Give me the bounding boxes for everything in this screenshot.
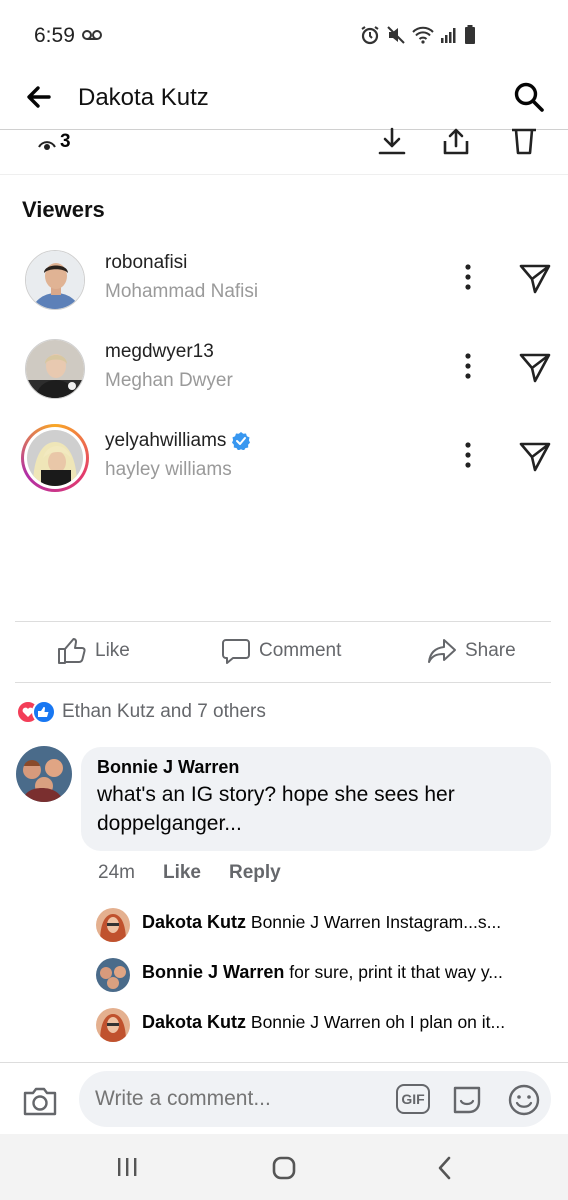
- avatar-story-ring[interactable]: [21, 424, 89, 492]
- viewer-fullname: hayley williams: [105, 459, 232, 480]
- reaction-text: Ethan Kutz and 7 others: [62, 701, 266, 722]
- post-action-bar: Like Comment Share: [15, 621, 551, 683]
- more-options-icon[interactable]: [459, 262, 477, 292]
- reply-item[interactable]: Bonnie J Warren for sure, print it that …: [96, 956, 556, 992]
- comment-like-button[interactable]: Like: [163, 862, 201, 884]
- avatar[interactable]: [25, 250, 85, 310]
- comment-bubble[interactable]: Bonnie J Warren what's an IG story? hope…: [81, 747, 551, 851]
- status-bar: 6:59: [0, 0, 568, 70]
- viewer-fullname: Meghan Dwyer: [105, 370, 233, 391]
- status-icons: [360, 25, 476, 45]
- alarm-icon: [361, 26, 379, 45]
- avatar[interactable]: [25, 339, 85, 399]
- comment-bubble-icon: [222, 639, 250, 664]
- more-options-icon[interactable]: [459, 351, 477, 381]
- trash-icon[interactable]: [508, 127, 540, 157]
- reply-item[interactable]: Dakota Kutz Bonnie J Warren oh I plan on…: [96, 1006, 556, 1042]
- comment-reply-button[interactable]: Reply: [229, 862, 281, 884]
- viewer-row[interactable]: robonafisi Mohammad Nafisi: [0, 244, 568, 324]
- comment-time: 24m: [98, 862, 135, 883]
- system-nav-bar: [0, 1134, 568, 1200]
- reaction-icons: [16, 700, 56, 724]
- emoji-icon[interactable]: [507, 1083, 541, 1117]
- story-views-row: 3: [0, 127, 568, 175]
- home-icon[interactable]: [272, 1156, 296, 1180]
- back-arrow-icon[interactable]: [22, 80, 56, 114]
- reply-text: Bonnie J Warren for sure, print it that …: [142, 962, 503, 982]
- system-back-icon[interactable]: [435, 1156, 455, 1180]
- viewers-heading: Viewers: [22, 197, 105, 222]
- like-button[interactable]: Like: [57, 637, 130, 665]
- reply-text: Dakota Kutz Bonnie J Warren oh I plan on…: [142, 1012, 506, 1032]
- signal-icon: [441, 28, 456, 43]
- reply-text: Dakota Kutz Bonnie J Warren Instagram...…: [142, 912, 502, 932]
- share-arrow-icon: [428, 639, 456, 663]
- search-icon[interactable]: [512, 80, 546, 114]
- like-label: Like: [95, 640, 130, 661]
- share-button[interactable]: Share: [427, 637, 516, 665]
- avatar: [96, 1008, 130, 1042]
- reply-item[interactable]: Dakota Kutz Bonnie J Warren Instagram...…: [96, 906, 556, 942]
- thumbs-up-icon: [58, 638, 86, 664]
- wifi-icon: [412, 26, 434, 44]
- app-header: Dakota Kutz: [0, 70, 568, 130]
- share-up-icon[interactable]: [440, 127, 472, 157]
- reactions-summary[interactable]: Ethan Kutz and 7 others: [16, 700, 266, 724]
- verified-badge-icon: [232, 432, 251, 450]
- viewer-username: yelyahwilliams: [105, 430, 251, 452]
- send-icon[interactable]: [518, 262, 552, 294]
- avatar[interactable]: [16, 746, 72, 802]
- comment-label: Comment: [259, 640, 342, 661]
- send-icon[interactable]: [518, 351, 552, 383]
- battery-icon: [465, 25, 475, 44]
- viewer-row[interactable]: megdwyer13 Meghan Dwyer: [0, 333, 568, 413]
- voicemail-icon: [82, 30, 102, 40]
- viewer-username: robonafisi: [105, 252, 188, 273]
- avatar: [96, 958, 130, 992]
- mute-icon: [387, 26, 405, 44]
- share-label: Share: [465, 640, 516, 661]
- comment-composer: GIF: [0, 1062, 568, 1134]
- comment-button[interactable]: Comment: [221, 637, 341, 665]
- viewer-username: megdwyer13: [105, 341, 214, 362]
- viewer-row[interactable]: yelyahwilliams hayley williams: [0, 422, 568, 502]
- viewer-fullname: Mohammad Nafisi: [105, 281, 259, 302]
- status-time: 6:59: [34, 24, 75, 47]
- more-options-icon[interactable]: [459, 440, 477, 470]
- comment-text: what's an IG story? hope she sees her do…: [97, 783, 455, 835]
- avatar: [96, 908, 130, 942]
- recent-apps-icon[interactable]: [115, 1156, 139, 1178]
- sticker-icon[interactable]: [450, 1083, 484, 1117]
- download-icon[interactable]: [376, 127, 408, 157]
- page-title: Dakota Kutz: [78, 84, 209, 111]
- camera-icon[interactable]: [22, 1085, 58, 1117]
- comment-meta: 24m Like Reply: [98, 862, 281, 884]
- comment-author[interactable]: Bonnie J Warren: [97, 757, 535, 778]
- views-count: 3: [60, 131, 71, 152]
- gif-label: GIF: [401, 1091, 425, 1107]
- gif-button[interactable]: GIF: [396, 1084, 430, 1114]
- eye-icon: [38, 141, 56, 150]
- send-icon[interactable]: [518, 440, 552, 472]
